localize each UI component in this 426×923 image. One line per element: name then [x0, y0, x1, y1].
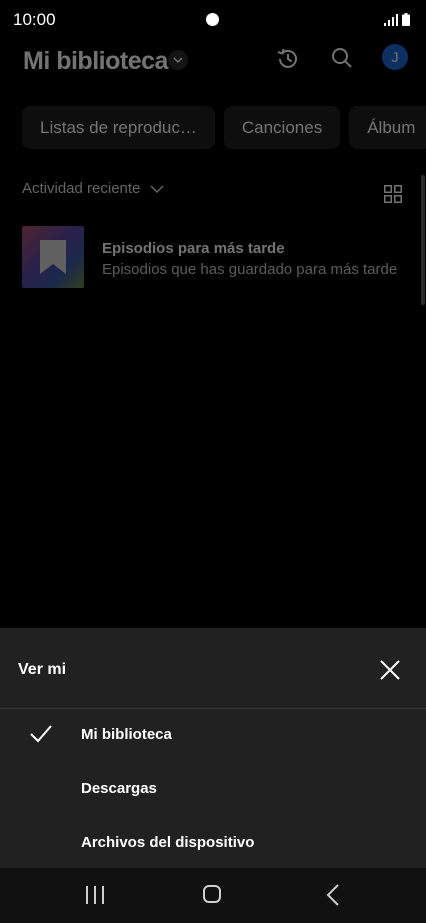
item-subtitle: Episodios que has guardado para más tard…	[102, 261, 398, 278]
grid-view-icon[interactable]	[384, 185, 402, 203]
sort-label: Actividad reciente	[22, 180, 141, 197]
recent-apps-icon[interactable]	[85, 886, 105, 904]
sheet-title: Ver mi	[18, 661, 67, 678]
option-label: Descargas	[81, 780, 157, 797]
history-icon[interactable]	[275, 46, 301, 72]
chip-albums[interactable]: Álbum	[349, 106, 426, 149]
divider	[0, 708, 426, 709]
option-label: Mi biblioteca	[81, 726, 172, 743]
avatar[interactable]: J	[382, 44, 408, 70]
option-downloads[interactable]: Descargas	[0, 766, 426, 814]
chevron-down-icon	[173, 57, 183, 63]
chip-playlists[interactable]: Listas de reproduc…	[22, 106, 215, 149]
option-label: Archivos del dispositivo	[81, 834, 255, 851]
close-icon[interactable]	[376, 656, 404, 684]
search-icon[interactable]	[330, 46, 354, 70]
library-switch-button[interactable]	[168, 50, 188, 70]
item-thumbnail	[22, 226, 84, 288]
view-selector-sheet: Ver mi Mi biblioteca Descargas Archivos …	[0, 628, 426, 868]
filter-chips: Listas de reproduc… Canciones Álbum	[22, 106, 426, 149]
item-title: Episodios para más tarde	[102, 240, 285, 257]
check-icon	[30, 725, 52, 743]
page-title: Mi biblioteca	[23, 47, 168, 75]
bookmark-icon	[40, 240, 66, 274]
option-device-files[interactable]: Archivos del dispositivo	[0, 820, 426, 868]
sort-selector[interactable]: Actividad reciente	[22, 180, 164, 197]
system-nav-bar	[0, 868, 426, 923]
home-icon[interactable]	[203, 885, 221, 903]
back-icon[interactable]	[326, 884, 340, 906]
list-item[interactable]: Episodios para más tarde Episodios que h…	[22, 226, 412, 288]
chevron-down-icon	[150, 184, 164, 193]
option-my-library[interactable]: Mi biblioteca	[0, 712, 426, 760]
scrollbar[interactable]	[421, 175, 425, 305]
top-bar: Mi biblioteca J	[0, 40, 426, 80]
chip-songs[interactable]: Canciones	[223, 106, 341, 149]
